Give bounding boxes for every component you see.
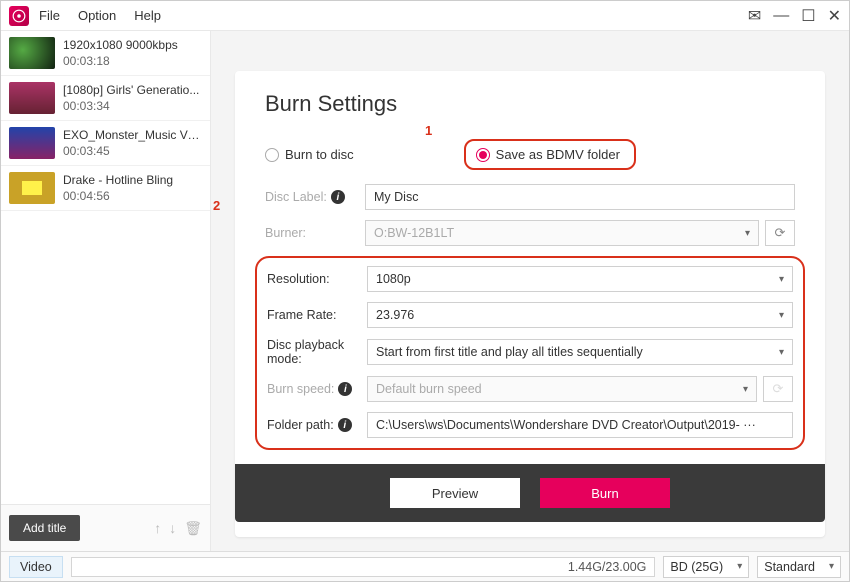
maximize-icon[interactable]: ☐ [801, 6, 815, 26]
annotation-2: 2 [213, 198, 220, 213]
chevron-down-icon: ▾ [737, 561, 742, 572]
size-meter: 1.44G/23.00G [71, 557, 656, 577]
resolution-select[interactable]: 1080p▾ [367, 266, 793, 292]
playback-mode-label: Disc playback mode: [267, 338, 367, 366]
titlebar: File Option Help ✉ — ☐ ✕ [1, 1, 849, 31]
panel-footer: Preview Burn [235, 464, 825, 522]
menu-file[interactable]: File [39, 8, 60, 23]
resolution-label: Resolution: [267, 272, 367, 286]
status-bar: Video 1.44G/23.00G BD (25G)▾ Standard▾ [1, 551, 849, 581]
info-icon[interactable]: i [331, 190, 345, 204]
sidebar-footer: Add title ↑ ↓ 🗑 [1, 504, 210, 551]
menu-option[interactable]: Option [78, 8, 116, 23]
chevron-down-icon: ▾ [779, 347, 784, 358]
radio-label: Burn to disc [285, 147, 354, 162]
move-up-icon[interactable]: ↑ [154, 520, 161, 536]
sidebar: 1920x1080 9000kbps 00:03:18 [1080p] Girl… [1, 31, 211, 551]
clip-title: [1080p] Girls' Generatio... [63, 82, 199, 98]
disc-type-select[interactable]: BD (25G)▾ [663, 556, 749, 578]
clip-duration: 00:03:34 [63, 98, 199, 114]
clip-title: 1920x1080 9000kbps [63, 37, 178, 53]
radio-label: Save as BDMV folder [496, 147, 620, 162]
refresh-icon: ⟳ [773, 381, 784, 397]
add-title-button[interactable]: Add title [9, 515, 80, 541]
frame-rate-select[interactable]: 23.976▾ [367, 302, 793, 328]
annotation-1: 1 [425, 123, 432, 138]
folder-path-label: Folder path:i [267, 418, 367, 432]
minimize-icon[interactable]: — [773, 7, 789, 25]
burner-select: O:BW-12B1LT▾ [365, 220, 759, 246]
folder-path-input[interactable]: C:\Users\ws\Documents\Wondershare DVD Cr… [367, 412, 793, 438]
chevron-down-icon: ▾ [779, 310, 784, 321]
feedback-icon[interactable]: ✉ [748, 6, 761, 26]
clip-thumbnail [9, 37, 55, 69]
clip-duration: 00:03:18 [63, 53, 178, 69]
info-icon[interactable]: i [338, 418, 352, 432]
clip-item[interactable]: [1080p] Girls' Generatio... 00:03:34 [1, 76, 210, 121]
clip-thumbnail [9, 127, 55, 159]
clip-item[interactable]: 1920x1080 9000kbps 00:03:18 [1, 31, 210, 76]
chevron-down-icon: ▾ [743, 384, 748, 395]
clip-thumbnail [9, 172, 55, 204]
radio-save-bdmv[interactable]: Save as BDMV folder [464, 139, 636, 170]
chevron-down-icon: ▾ [779, 274, 784, 285]
radio-burn-to-disc[interactable]: Burn to disc [265, 147, 354, 162]
clip-title: EXO_Monster_Music Video [63, 127, 202, 143]
chevron-down-icon: ▾ [829, 561, 834, 572]
trash-icon[interactable]: 🗑 [184, 520, 202, 537]
radio-icon [265, 148, 279, 162]
move-down-icon[interactable]: ↓ [169, 520, 176, 536]
clip-list: 1920x1080 9000kbps 00:03:18 [1080p] Girl… [1, 31, 210, 504]
app-logo [9, 6, 29, 26]
clip-thumbnail [9, 82, 55, 114]
info-icon[interactable]: i [338, 382, 352, 396]
clip-item[interactable]: EXO_Monster_Music Video 00:03:45 [1, 121, 210, 166]
preview-button[interactable]: Preview [390, 478, 520, 508]
burn-speed-select: Default burn speed▾ [367, 376, 757, 402]
clip-item[interactable]: Drake - Hotline Bling 00:04:56 [1, 166, 210, 211]
quality-select[interactable]: Standard▾ [757, 556, 841, 578]
close-icon[interactable]: ✕ [828, 6, 841, 26]
clip-duration: 00:04:56 [63, 188, 173, 204]
playback-mode-select[interactable]: Start from first title and play all titl… [367, 339, 793, 365]
burn-button[interactable]: Burn [540, 478, 670, 508]
burn-settings-panel: 2 Burn Settings 1 Burn to disc Save as B… [235, 71, 825, 537]
panel-title: Burn Settings [265, 91, 795, 117]
menu-help[interactable]: Help [134, 8, 161, 23]
disc-label-input[interactable]: My Disc [365, 184, 795, 210]
window-controls: ✉ — ☐ ✕ [748, 6, 841, 26]
dvd-icon [12, 9, 26, 23]
burner-label: Burner: [265, 226, 365, 240]
main-area: 2 Burn Settings 1 Burn to disc Save as B… [211, 31, 849, 551]
main-menu: File Option Help [39, 8, 161, 23]
refresh-speed-button: ⟳ [763, 376, 793, 402]
refresh-icon: ⟳ [775, 225, 786, 241]
annotation-2-group: Resolution: 1080p▾ Frame Rate: 23.976▾ D… [255, 256, 805, 450]
disc-label-label: Disc Label:i [265, 190, 365, 204]
radio-icon [476, 148, 490, 162]
clip-title: Drake - Hotline Bling [63, 172, 173, 188]
frame-rate-label: Frame Rate: [267, 308, 367, 322]
burn-speed-label: Burn speed:i [267, 382, 367, 396]
refresh-burner-button[interactable]: ⟳ [765, 220, 795, 246]
status-video-label[interactable]: Video [9, 556, 63, 578]
clip-duration: 00:03:45 [63, 143, 202, 159]
size-text: 1.44G/23.00G [568, 560, 647, 574]
chevron-down-icon: ▾ [745, 228, 750, 239]
